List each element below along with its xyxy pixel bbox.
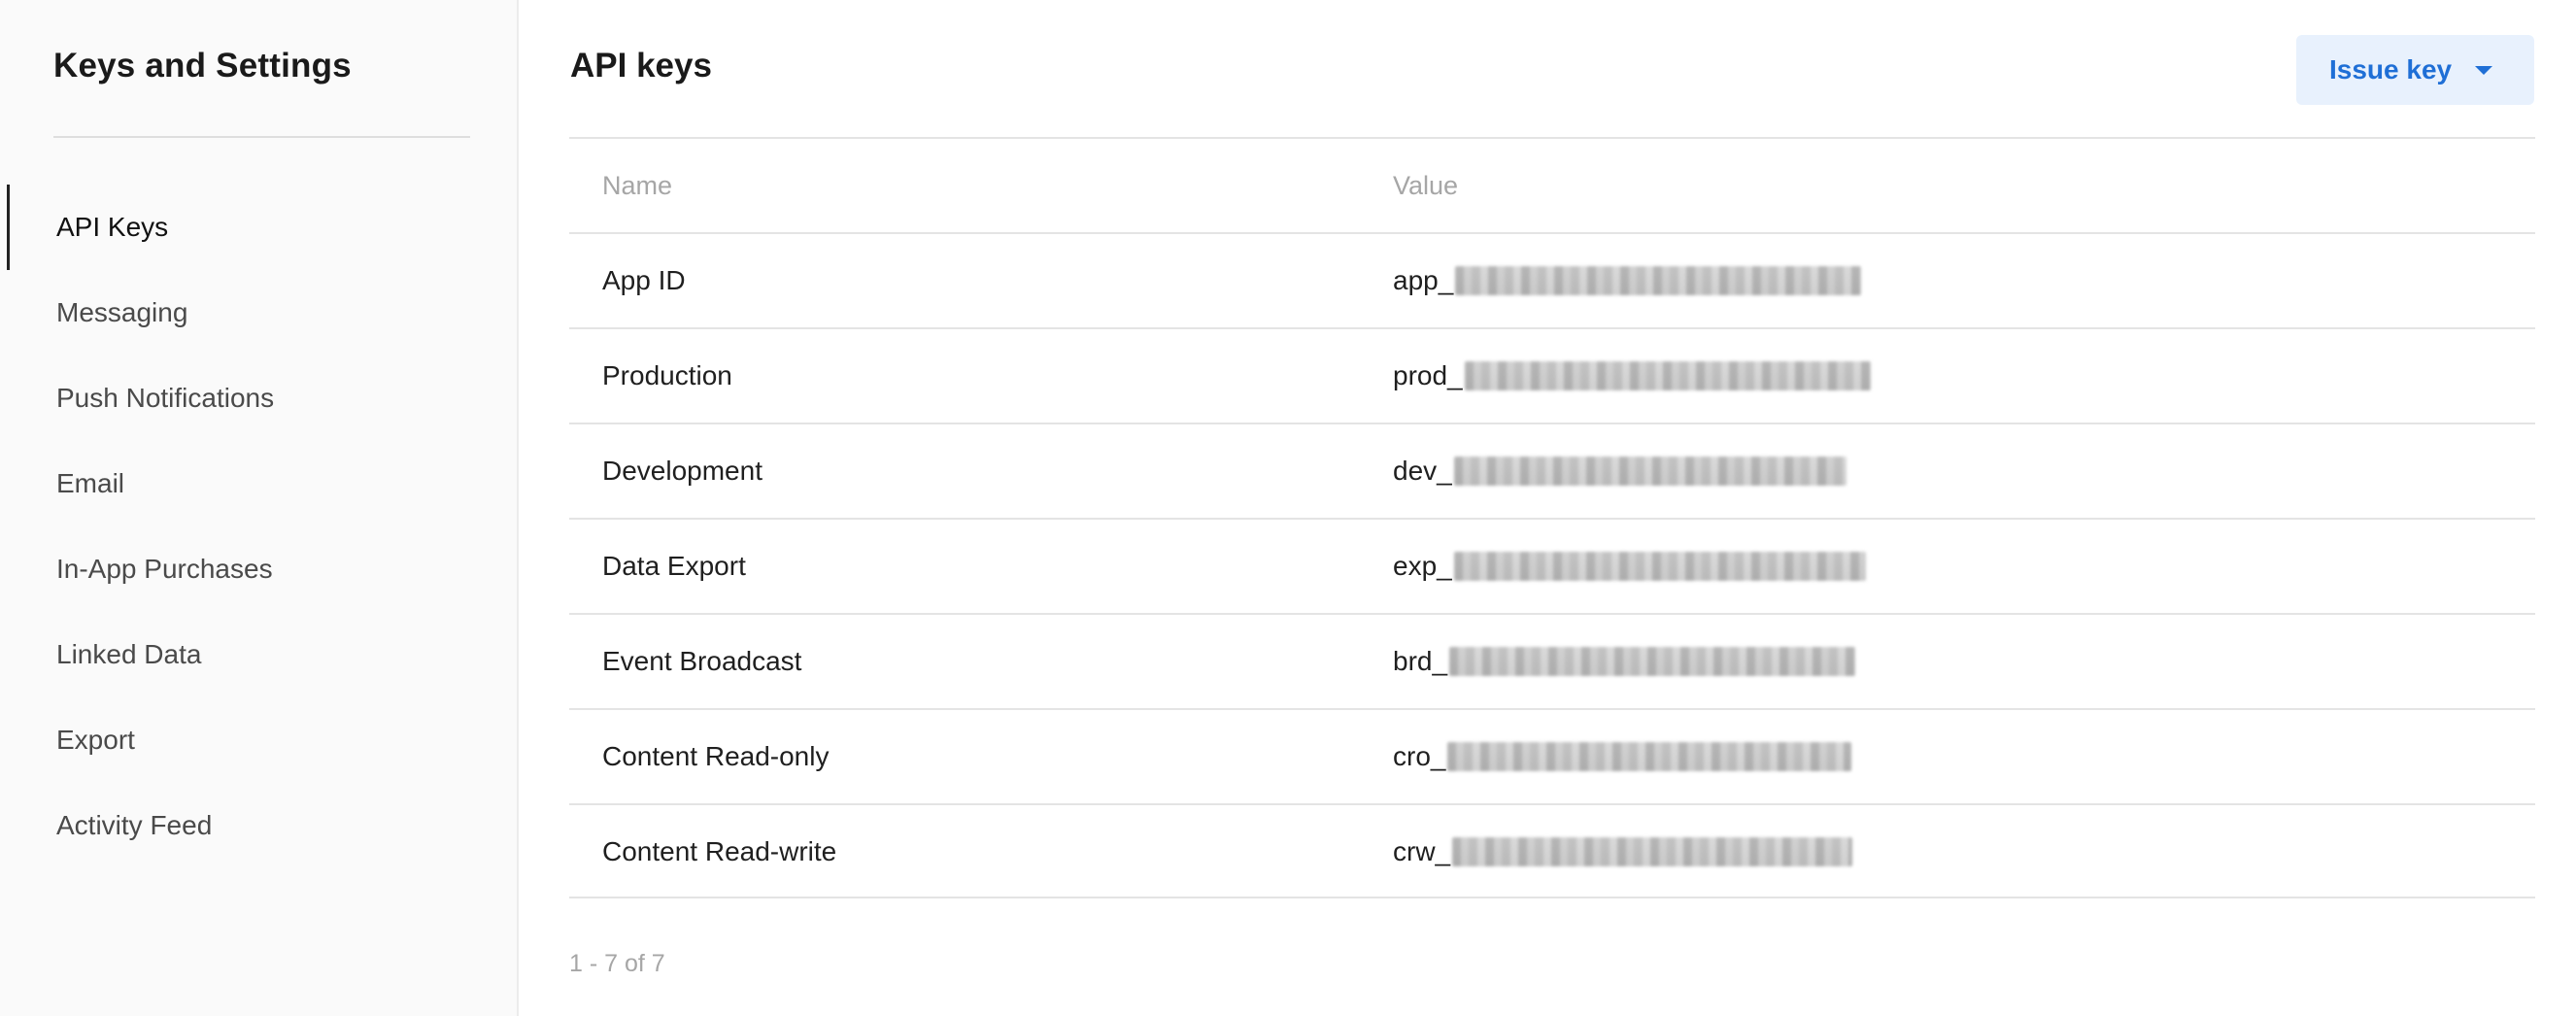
key-value[interactable]: crw_ [1393, 805, 1853, 898]
key-name: Development [602, 456, 763, 486]
issue-key-button[interactable]: Issue key [2296, 35, 2534, 105]
table-row[interactable]: Content Read-only cro_ [569, 708, 2535, 803]
redacted-key [1447, 742, 1852, 771]
key-name: Event Broadcast [602, 646, 802, 676]
key-value[interactable]: dev_ [1393, 424, 1847, 518]
key-value[interactable]: exp_ [1393, 520, 1866, 613]
main-content: API keys Issue key Name Value App ID app… [519, 0, 2576, 1016]
sidebar-item-messaging[interactable]: Messaging [0, 270, 517, 356]
table-row[interactable]: App ID app_ [569, 232, 2535, 327]
sidebar: Keys and Settings API Keys Messaging Pus… [0, 0, 519, 1016]
column-header-value[interactable]: Value [1393, 139, 1458, 232]
key-prefix: cro_ [1393, 741, 1446, 771]
key-name: Content Read-only [602, 741, 830, 771]
issue-key-button-label: Issue key [2329, 54, 2453, 85]
table-header: Name Value [569, 137, 2535, 232]
redacted-key [1453, 552, 1866, 581]
redacted-key [1464, 361, 1871, 390]
key-name: Data Export [602, 551, 746, 581]
api-keys-table: Name Value App ID app_ Production prod_ … [569, 137, 2535, 898]
key-prefix: exp_ [1393, 551, 1452, 581]
key-name: Production [602, 360, 732, 390]
sidebar-title: Keys and Settings [53, 47, 352, 85]
table-row[interactable]: Event Broadcast brd_ [569, 613, 2535, 708]
table-row[interactable]: Content Read-write crw_ [569, 803, 2535, 898]
key-name: App ID [602, 265, 686, 295]
table-row[interactable]: Development dev_ [569, 423, 2535, 518]
sidebar-item-linked-data[interactable]: Linked Data [0, 612, 517, 697]
table-row[interactable]: Production prod_ [569, 327, 2535, 423]
redacted-key [1449, 647, 1856, 676]
sidebar-item-activity-feed[interactable]: Activity Feed [0, 783, 517, 868]
key-prefix: brd_ [1393, 646, 1448, 676]
key-value[interactable]: cro_ [1393, 710, 1852, 803]
pagination-info: 1 - 7 of 7 [569, 950, 665, 977]
key-value[interactable]: app_ [1393, 234, 1862, 327]
key-value[interactable]: prod_ [1393, 329, 1871, 423]
key-value[interactable]: brd_ [1393, 615, 1856, 708]
app-root: Keys and Settings API Keys Messaging Pus… [0, 0, 2576, 1016]
page-title: API keys [570, 47, 712, 85]
key-prefix: crw_ [1393, 836, 1451, 866]
sidebar-item-api-keys[interactable]: API Keys [0, 185, 517, 270]
sidebar-item-export[interactable]: Export [0, 697, 517, 783]
sidebar-item-push-notifications[interactable]: Push Notifications [0, 356, 517, 441]
table-row[interactable]: Data Export exp_ [569, 518, 2535, 613]
sidebar-item-email[interactable]: Email [0, 441, 517, 526]
sidebar-nav: API Keys Messaging Push Notifications Em… [0, 185, 517, 868]
column-header-name[interactable]: Name [602, 139, 672, 232]
sidebar-item-in-app-purchases[interactable]: In-App Purchases [0, 526, 517, 612]
sidebar-divider [53, 136, 470, 138]
key-prefix: dev_ [1393, 456, 1452, 486]
redacted-key [1453, 457, 1847, 486]
redacted-key [1452, 837, 1853, 866]
chevron-down-icon[interactable] [2475, 65, 2493, 75]
redacted-key [1455, 266, 1862, 295]
key-prefix: prod_ [1393, 360, 1463, 390]
key-name: Content Read-write [602, 836, 837, 866]
key-prefix: app_ [1393, 265, 1454, 295]
